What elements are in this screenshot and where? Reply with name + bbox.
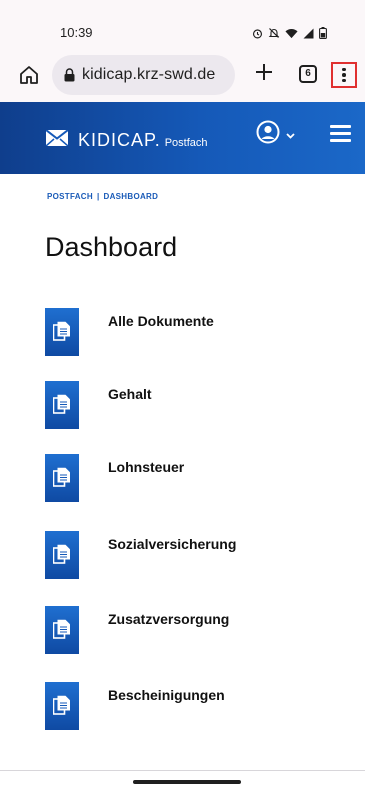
documents-icon — [45, 606, 79, 654]
doc-item-sozialversicherung[interactable]: Sozialversicherung — [45, 529, 345, 579]
site-header: KIDICAP. Postfach — [0, 102, 365, 174]
doc-item-label: Alle Dokumente — [108, 313, 214, 329]
address-bar[interactable]: kidicap.krz-swd.de — [52, 55, 235, 95]
status-time: 10:39 — [60, 25, 93, 40]
documents-icon — [45, 454, 79, 502]
lock-icon — [64, 68, 75, 82]
bottom-divider — [0, 770, 365, 771]
doc-item-label: Gehalt — [108, 386, 152, 402]
user-menu-button[interactable] — [256, 120, 295, 149]
doc-item-alle-dokumente[interactable]: Alle Dokumente — [45, 306, 345, 356]
wifi-icon — [285, 26, 298, 44]
logo-text: KIDICAP. Postfach — [78, 130, 208, 151]
url-text: kidicap.krz-swd.de — [82, 66, 216, 83]
kidicap-logo[interactable]: KIDICAP. Postfach — [45, 129, 208, 151]
doc-item-label: Lohnsteuer — [108, 459, 185, 475]
user-icon — [256, 120, 280, 149]
browser-toolbar: kidicap.krz-swd.de 6 — [0, 50, 365, 102]
hamburger-menu-icon[interactable] — [330, 125, 351, 142]
doc-item-label: Bescheinigungen — [108, 687, 225, 703]
envelope-icon — [45, 129, 69, 151]
logo-subtitle: Postfach — [164, 137, 208, 149]
gesture-navigation-bar[interactable] — [133, 780, 241, 784]
tab-switcher-button[interactable]: 6 — [299, 65, 317, 83]
breadcrumb-separator: | — [96, 192, 100, 201]
hamburger-line — [330, 125, 351, 128]
doc-item-label: Sozialversicherung — [108, 536, 237, 552]
breadcrumb-dashboard: DASHBOARD — [103, 192, 159, 201]
more-vert-icon-dot — [342, 73, 346, 77]
documents-icon — [45, 381, 79, 429]
signal-icon — [303, 26, 314, 44]
documents-icon — [45, 531, 79, 579]
hamburger-line — [330, 132, 351, 135]
documents-icon — [45, 682, 79, 730]
doc-item-lohnsteuer[interactable]: Lohnsteuer — [45, 452, 345, 502]
more-vert-icon-dot — [342, 78, 346, 83]
chevron-down-icon — [286, 126, 295, 144]
home-icon[interactable] — [18, 64, 40, 86]
new-tab-icon[interactable] — [254, 62, 274, 82]
breadcrumb: POSTFACH | DASHBOARD — [47, 192, 158, 201]
mute-icon — [268, 26, 280, 44]
documents-icon — [45, 308, 79, 356]
doc-item-gehalt[interactable]: Gehalt — [45, 379, 345, 429]
more-vert-icon-dot — [342, 67, 346, 72]
logo-wordmark: KIDICAP. — [78, 130, 161, 150]
breadcrumb-postfach[interactable]: POSTFACH — [47, 192, 93, 201]
doc-item-bescheinigungen[interactable]: Bescheinigungen — [45, 680, 345, 730]
status-icons — [252, 26, 327, 44]
hamburger-line — [330, 139, 351, 142]
alarm-icon — [252, 26, 263, 44]
browser-menu-button[interactable] — [331, 62, 357, 88]
doc-item-zusatzversorgung[interactable]: Zusatzversorgung — [45, 604, 345, 654]
doc-item-label: Zusatzversorgung — [108, 611, 230, 627]
status-bar: 10:39 — [0, 0, 365, 50]
battery-icon — [319, 26, 327, 44]
page-title: Dashboard — [45, 232, 178, 262]
